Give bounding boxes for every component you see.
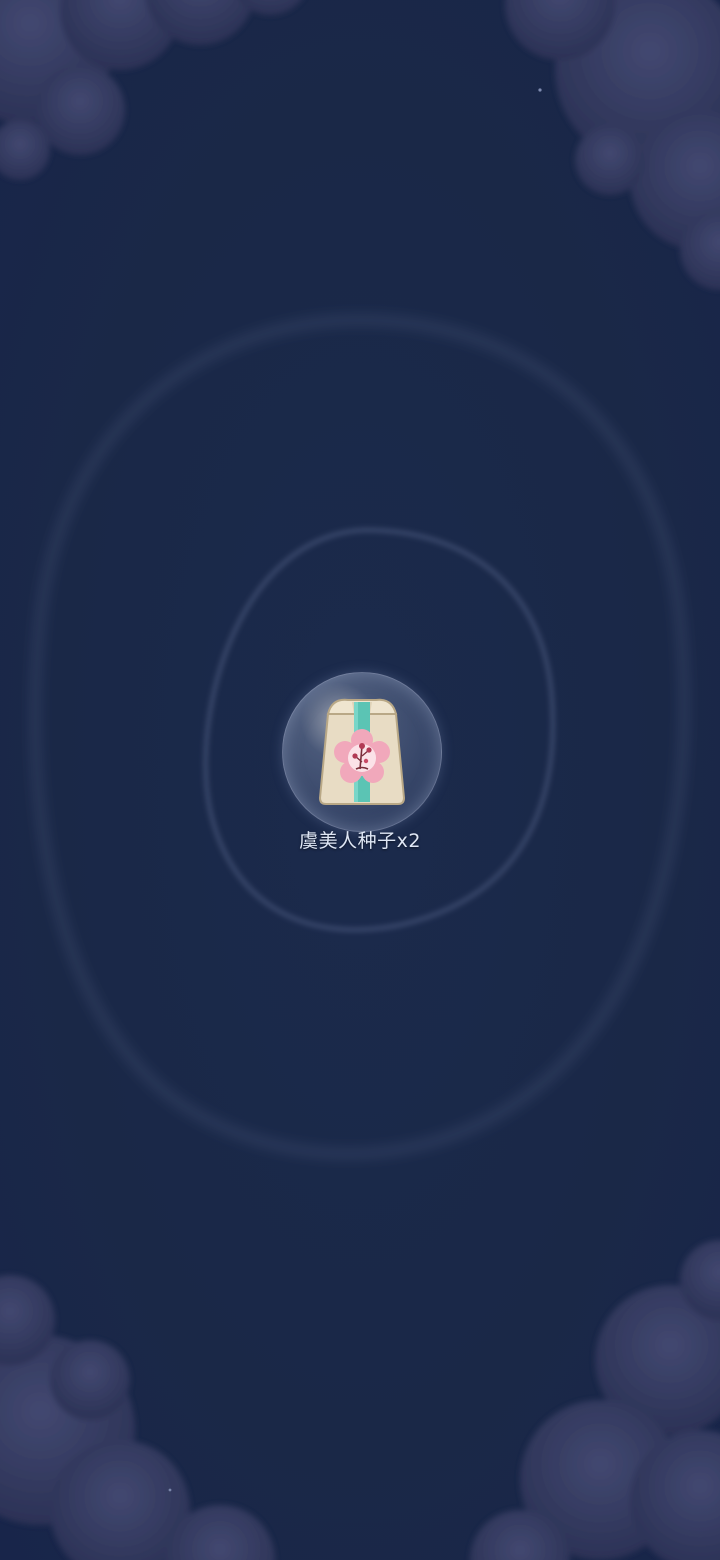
seed-packet-icon [318, 698, 406, 805]
reward-item-label: 虞美人种子x2 [299, 830, 421, 852]
reward-bubble[interactable] [282, 672, 442, 832]
reward-screen: 虞美人种子x2 [0, 0, 720, 1560]
reward-container: 虞美人种子x2 [0, 0, 720, 1560]
